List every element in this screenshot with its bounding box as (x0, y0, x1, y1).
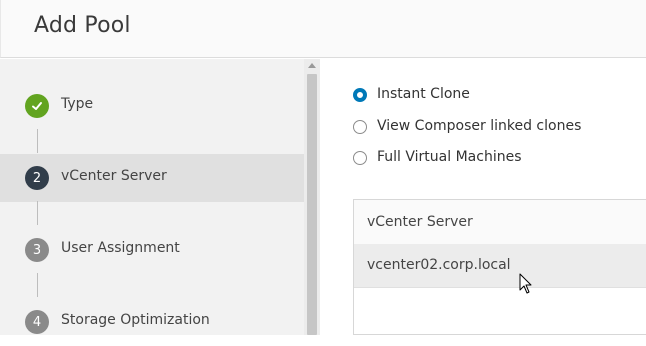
step-number: 4 (25, 310, 49, 334)
sidebar-scrollbar[interactable] (304, 59, 320, 335)
step-number: 2 (25, 166, 49, 190)
step-type[interactable]: Type (0, 82, 304, 130)
step-label: User Assignment (61, 240, 180, 256)
wizard-steps-sidebar: Type 2 vCenter Server 3 User Assignment … (0, 59, 304, 335)
grid-column-header[interactable]: vCenter Server (354, 200, 646, 245)
scrollbar-thumb[interactable] (307, 74, 317, 335)
mouse-pointer-icon (519, 273, 532, 294)
radio-label: Full Virtual Machines (377, 149, 522, 165)
dialog-title: Add Pool (34, 13, 131, 38)
dialog-header: Add Pool (0, 0, 646, 58)
radio-label: View Composer linked clones (377, 118, 582, 134)
scroll-up-arrow-icon[interactable] (308, 63, 316, 68)
radio-button[interactable] (353, 151, 367, 165)
table-row[interactable]: vcenter02.corp.local (354, 244, 646, 288)
step-vcenter-server[interactable]: 2 vCenter Server (0, 154, 304, 202)
step-label: Storage Optimization (61, 312, 210, 328)
radio-button-selected[interactable] (353, 88, 367, 102)
step-number: 3 (25, 238, 49, 262)
step-label: Type (61, 96, 94, 112)
radio-label: Instant Clone (377, 86, 470, 102)
step-connector (37, 201, 38, 225)
vcenter-server-grid: vCenter Server vcenter02.corp.local (353, 199, 646, 335)
step-label: vCenter Server (61, 168, 167, 184)
vcenter-server-cell: vcenter02.corp.local (367, 257, 511, 273)
step-connector (37, 273, 38, 297)
step-connector (37, 129, 38, 153)
radio-button[interactable] (353, 120, 367, 134)
step-storage-optimization[interactable]: 4 Storage Optimization (0, 298, 304, 346)
step-user-assignment[interactable]: 3 User Assignment (0, 226, 304, 274)
checkmark-icon (25, 94, 49, 118)
column-header-label: vCenter Server (367, 214, 473, 230)
